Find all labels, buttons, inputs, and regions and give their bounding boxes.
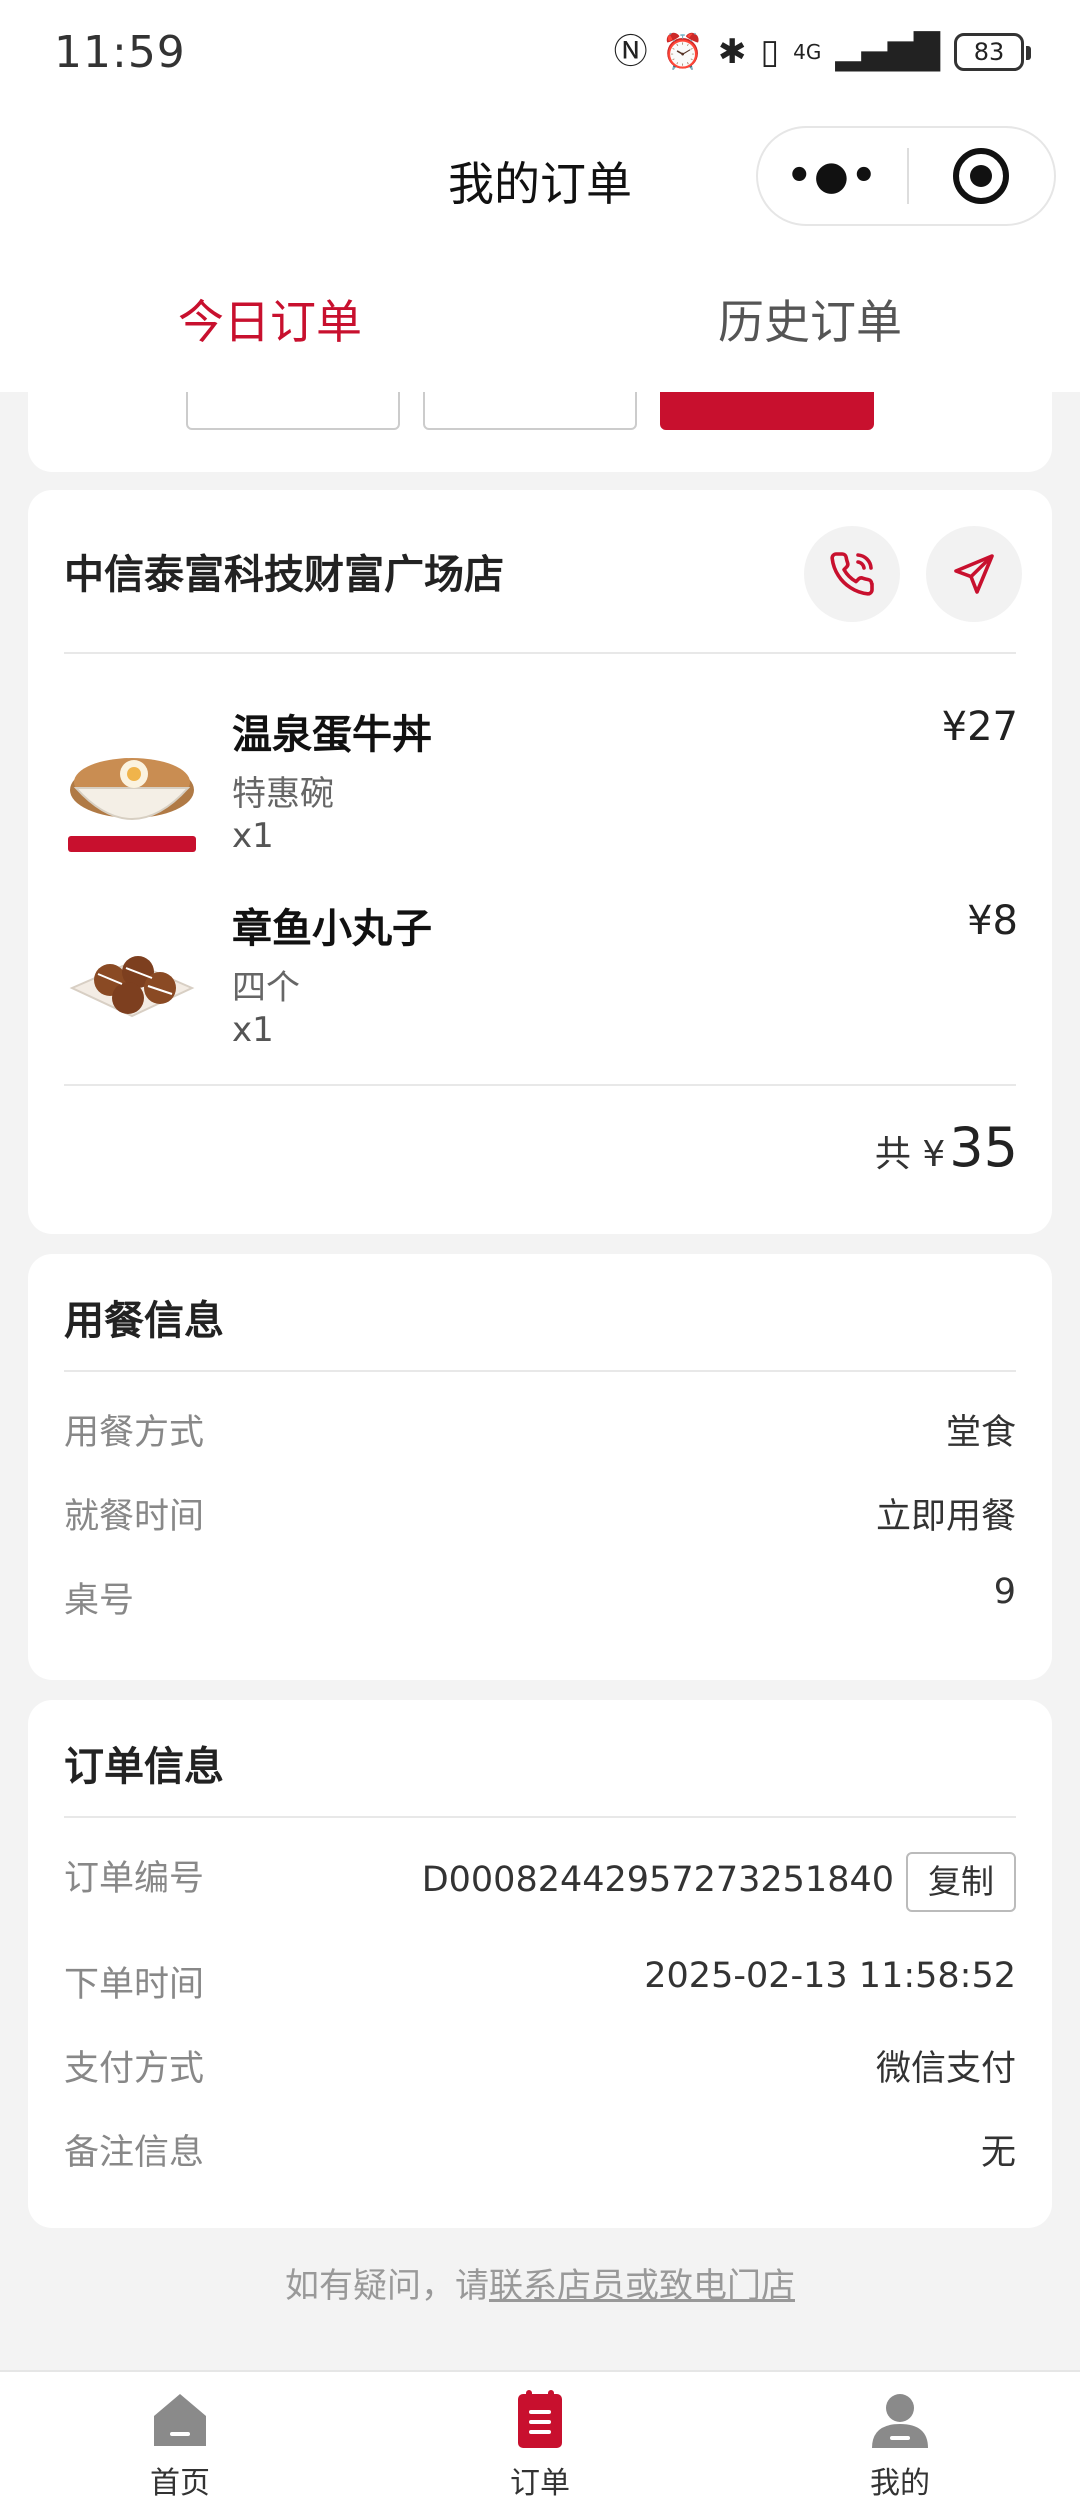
target-circle-icon xyxy=(953,148,1010,204)
info-value: 2025-02-13 11:58:52 xyxy=(644,1956,1016,1996)
bottom-tab-home[interactable]: 首页 xyxy=(0,2372,360,2504)
order-card: 中信泰富科技财富广场店 温泉蛋牛丼 特惠碗 x1 ¥27 章鱼小丸子 四个 x1… xyxy=(28,490,1052,1234)
item-image-beef-bowl xyxy=(62,718,202,858)
phone-icon xyxy=(830,552,874,596)
info-label: 用餐方式 xyxy=(64,1413,205,1453)
divider xyxy=(64,1370,1016,1372)
user-icon xyxy=(872,2394,928,2448)
takoyaki-image xyxy=(69,956,195,1018)
item-price: ¥8 xyxy=(967,898,1018,944)
item-quantity: x1 xyxy=(232,1010,274,1050)
order-total: 共 ¥ 35 xyxy=(875,1116,1018,1179)
alarm-icon: ⏰ xyxy=(661,32,704,72)
info-value: 微信支付 xyxy=(875,2049,1016,2089)
vibrate-icon: ▯ xyxy=(760,32,780,72)
copy-order-number-button[interactable]: 复制 xyxy=(906,1852,1016,1912)
info-value: 堂食 xyxy=(945,1413,1016,1453)
info-label: 下单时间 xyxy=(64,1965,205,2005)
total-value: 35 xyxy=(949,1116,1018,1179)
navigate-store-button[interactable] xyxy=(926,526,1022,622)
contact-store-link[interactable]: 联系店员或致电门店 xyxy=(489,2266,795,2306)
signal-icon: ▂▄▆█ xyxy=(835,32,940,72)
order-number-label: 订单编号 xyxy=(64,1859,205,1899)
section-title: 用餐信息 xyxy=(64,1298,224,1344)
divider xyxy=(64,1084,1016,1086)
info-label: 桌号 xyxy=(64,1581,135,1621)
bottom-tab-mine[interactable]: 我的 xyxy=(720,2372,1080,2504)
order-number-value: D0008244295727325184​0 xyxy=(421,1860,894,1900)
section-title: 订单信息 xyxy=(64,1744,224,1790)
bottom-tab-orders[interactable]: 订单 xyxy=(360,2372,720,2504)
contact-prefix: 如有疑问，请 xyxy=(285,2266,489,2306)
status-bar: 11:59 Ⓝ ⏰ ✱ ▯ 4G ▂▄▆█ 83 xyxy=(0,0,1080,104)
contact-hint: 如有疑问，请联系店员或致电门店 xyxy=(0,2258,1080,2307)
battery-level: 83 xyxy=(973,38,1005,66)
divider xyxy=(64,1816,1016,1818)
network-label: 4G xyxy=(793,40,822,64)
bottom-tab-label: 我的 xyxy=(870,2466,930,2501)
beef-bowl-image xyxy=(68,758,196,852)
home-icon xyxy=(154,2394,206,2446)
item-price: ¥27 xyxy=(941,704,1018,750)
info-label: 就餐时间 xyxy=(64,1497,205,1537)
info-value: 立即用餐 xyxy=(875,1497,1016,1537)
item-image-takoyaki xyxy=(62,908,202,1048)
bottom-tab-label: 订单 xyxy=(510,2466,570,2501)
call-store-button[interactable] xyxy=(804,526,900,622)
bluetooth-icon: ✱ xyxy=(717,32,747,72)
info-label: 支付方式 xyxy=(64,2049,205,2089)
mini-program-capsule: •●• xyxy=(756,126,1056,226)
dining-info-card: 用餐信息 用餐方式 堂食 就餐时间 立即用餐 桌号 9 xyxy=(28,1254,1052,1680)
store-name: 中信泰富科技财富广场店 xyxy=(64,552,504,598)
nfc-icon: Ⓝ xyxy=(613,32,648,72)
order-info-card: 订单信息 订单编号 D0008244295727325184​0 复制 下单时间… xyxy=(28,1700,1052,2228)
more-icon: •●• xyxy=(786,153,879,199)
item-quantity: x1 xyxy=(232,816,274,856)
item-spec: 四个 xyxy=(232,968,300,1008)
item-name: 温泉蛋牛丼 xyxy=(232,712,432,758)
order-icon xyxy=(518,2390,562,2448)
info-value: 无 xyxy=(980,2133,1016,2173)
order-tabs: 今日订单 历史订单 xyxy=(0,250,1080,392)
nav-bar: 我的订单 •●• xyxy=(0,104,1080,250)
navigation-arrow-icon xyxy=(954,554,994,594)
info-label: 备注信息 xyxy=(64,2133,205,2173)
more-button[interactable]: •●• xyxy=(758,153,907,199)
battery-icon: 83 xyxy=(954,33,1031,71)
tab-today-orders[interactable]: 今日订单 xyxy=(0,250,540,392)
tab-history-orders[interactable]: 历史订单 xyxy=(540,250,1080,392)
divider xyxy=(64,652,1016,654)
total-label: 共 ¥ xyxy=(874,1134,946,1175)
close-button[interactable] xyxy=(909,148,1054,204)
bottom-tab-bar: 首页 订单 我的 xyxy=(0,2370,1080,2504)
item-spec: 特惠碗 xyxy=(232,774,334,814)
item-name: 章鱼小丸子 xyxy=(232,906,432,952)
status-icons: Ⓝ ⏰ ✱ ▯ 4G ▂▄▆█ 83 xyxy=(613,32,1031,72)
status-time: 11:59 xyxy=(54,26,186,78)
bottom-tab-label: 首页 xyxy=(150,2466,210,2501)
info-value: 9 xyxy=(993,1572,1016,1612)
